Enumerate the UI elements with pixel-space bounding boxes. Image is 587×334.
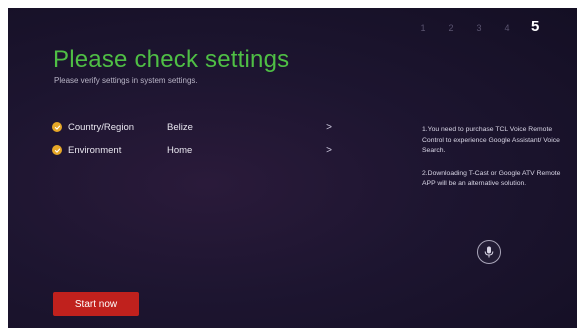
step-3: 3: [476, 23, 482, 33]
step-5-active: 5: [531, 18, 540, 35]
chevron-right-icon: >: [326, 144, 332, 156]
page-subtitle: Please verify settings in system setting…: [54, 76, 198, 85]
step-indicator: 1 2 3 4 5: [419, 18, 539, 35]
setting-label: Country/Region: [68, 121, 135, 133]
step-1: 1: [420, 23, 426, 33]
chevron-right-icon: >: [326, 121, 332, 133]
page-title: Please check settings: [53, 46, 290, 73]
voice-info-panel: 1.You need to purchase TCL Voice Remote …: [422, 125, 562, 202]
setting-label: Environment: [68, 144, 122, 156]
setting-value: Home: [167, 144, 193, 156]
setting-country-region[interactable]: Country/Region Belize >: [52, 120, 332, 134]
info-text-1: 1.You need to purchase TCL Voice Remote …: [422, 126, 560, 154]
microphone-button[interactable]: [477, 240, 501, 264]
step-4: 4: [504, 23, 510, 33]
tv-screen: 1 2 3 4 5 Please check settings Please v…: [8, 8, 577, 328]
microphone-icon: [484, 246, 494, 258]
setting-environment[interactable]: Environment Home >: [52, 143, 332, 157]
info-text-2: 2.Downloading T-Cast or Google ATV Remot…: [422, 169, 561, 188]
setting-value: Belize: [167, 121, 193, 133]
check-icon: [52, 122, 62, 132]
step-2: 2: [448, 23, 454, 33]
start-now-button[interactable]: Start now: [53, 292, 139, 316]
check-icon: [52, 145, 62, 155]
